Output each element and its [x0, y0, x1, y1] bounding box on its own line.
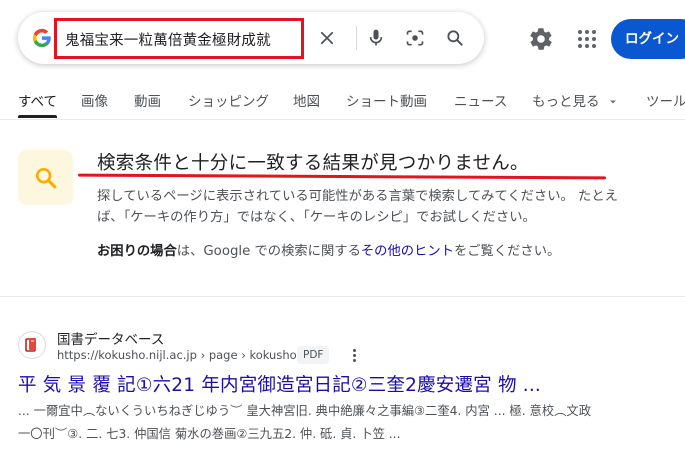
tab-images[interactable]: 画像: [81, 90, 108, 110]
active-tab-indicator: [18, 115, 57, 118]
result-title-link[interactable]: 平 気 景 覆 記①六21 年内宮御造宮日記②三奎2慶安遷宮 物 ...: [18, 371, 541, 397]
searchbar-divider: [356, 26, 357, 50]
tab-all[interactable]: すべて: [18, 90, 57, 110]
result-snippet: ... 一爾宜中︵ないくういちねぎじゆう︶ 皇大神宮旧. 典中絶廉々之事編③二奎…: [18, 400, 678, 446]
caret-down-icon: [609, 100, 616, 104]
tab-videos[interactable]: 動画: [134, 90, 161, 110]
no-results-hint: お困りの場合は、Google での検索に関するその他のヒントをご覧ください。: [97, 240, 560, 259]
no-results-suggestion: 探しているページに表示されている可能性がある言葉で検索してみてください。 たとえ…: [97, 189, 618, 225]
more-tips-link[interactable]: その他のヒント: [361, 244, 454, 259]
voice-search-button[interactable]: [363, 25, 389, 51]
snippet-line: 一〇刊︶③. 二. 七3. 仲国信 菊水の巻画②三九五2. 仲. 砥. 貞. 卜…: [18, 427, 401, 441]
no-results-icon-box: [18, 150, 73, 205]
search-button[interactable]: [442, 25, 468, 51]
tab-more-label: もっと見る: [532, 94, 600, 110]
snippet-line: ... 一爾宜中︵ないくういちねぎじゆう︶ 皇大神宮旧. 典中絶廉々之事編③二奎…: [18, 404, 592, 418]
tab-short-videos[interactable]: ショート動画: [346, 90, 427, 110]
search-tabs: すべて 画像 動画 ショッピング 地図 ショート動画 ニュース もっと見る ツー…: [0, 86, 685, 118]
site-favicon[interactable]: [18, 331, 46, 359]
file-type-badge: PDF: [297, 346, 330, 364]
close-icon: [320, 31, 334, 45]
camera-lens-icon: [406, 30, 424, 46]
tab-more[interactable]: もっと見る: [532, 90, 618, 110]
hint-end-text: をご覧ください。: [453, 244, 561, 259]
hint-text: は、Google での検索に関する: [176, 244, 361, 259]
settings-gear-icon[interactable]: [528, 26, 554, 52]
search-input[interactable]: 鬼福宝来一粒萬倍黄金極財成就: [65, 29, 271, 50]
microphone-icon: [369, 29, 383, 46]
hint-bold-text: お困りの場合: [97, 244, 177, 259]
search-bar[interactable]: 鬼福宝来一粒萬倍黄金極財成就: [18, 12, 484, 64]
result-site-name[interactable]: 国書データベース: [57, 328, 164, 348]
section-divider: [0, 296, 685, 297]
no-results-title: 検索条件と十分に一致する結果が見つかりません。: [97, 153, 529, 174]
image-search-button[interactable]: [402, 25, 428, 51]
tab-tools[interactable]: ツール: [646, 90, 685, 110]
tab-news[interactable]: ニュース: [454, 90, 507, 110]
query-highlight-box: 鬼福宝来一粒萬倍黄金極財成就: [54, 18, 304, 59]
google-logo-icon: [32, 28, 51, 48]
tabs-divider: [0, 119, 685, 120]
tab-maps[interactable]: 地図: [293, 90, 320, 110]
more-options-icon[interactable]: [350, 346, 360, 364]
tab-shopping[interactable]: ショッピング: [188, 90, 269, 110]
search-icon: [35, 167, 56, 188]
clear-button[interactable]: [314, 25, 340, 51]
search-icon: [447, 30, 463, 46]
book-favicon-icon: [25, 338, 36, 352]
login-button[interactable]: ログイン: [611, 19, 685, 59]
result-url[interactable]: https://kokusho.nijl.ac.jp › page › koku…: [57, 348, 315, 362]
apps-grid-icon[interactable]: [575, 27, 599, 51]
